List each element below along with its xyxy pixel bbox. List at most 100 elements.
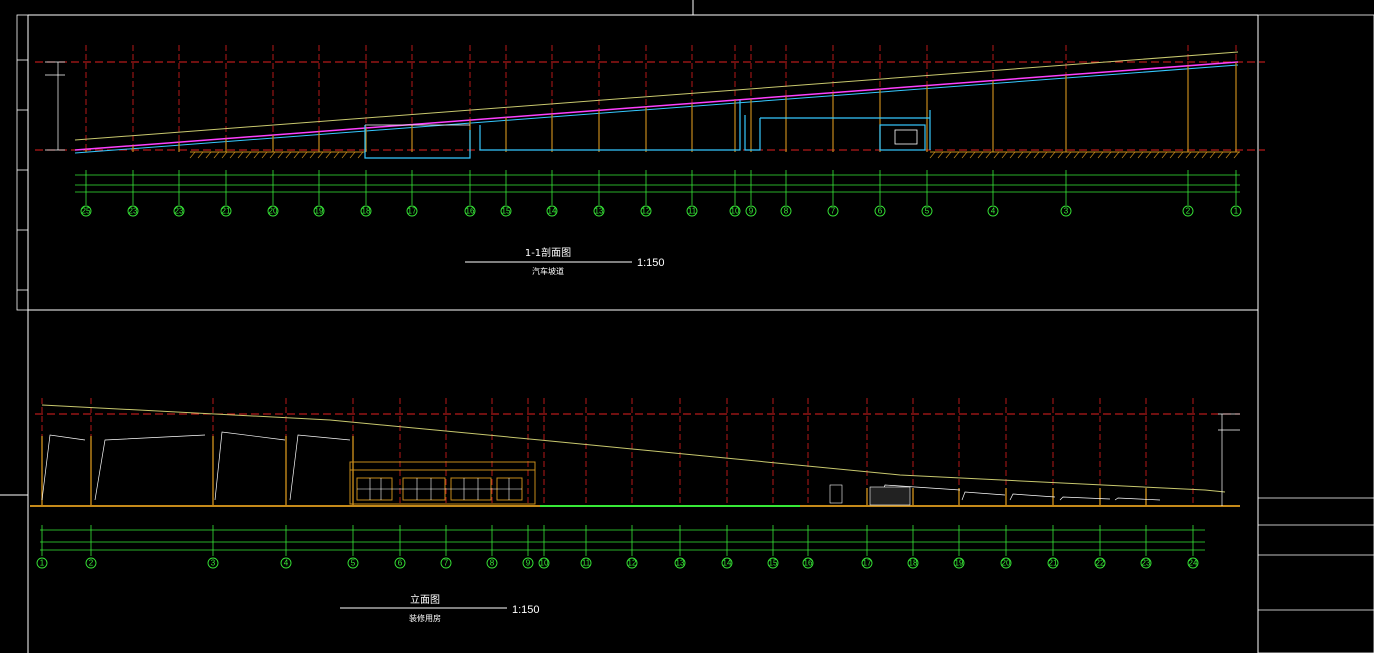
section-axis-label: 20 bbox=[269, 207, 278, 216]
elevation-axis-label: 2 bbox=[89, 559, 94, 568]
elevation-axis-label: 5 bbox=[351, 559, 356, 568]
section-axis-label: 16 bbox=[466, 207, 475, 216]
section-axis-bubble: 7 bbox=[827, 205, 839, 217]
section-scale: 1:150 bbox=[637, 257, 665, 269]
section-axis-label: 25 bbox=[82, 207, 91, 216]
section-axis-label: 23 bbox=[175, 207, 184, 216]
section-axis-bubble: 8 bbox=[780, 205, 792, 217]
section-axis-bubble: 14 bbox=[546, 205, 558, 217]
section-axis-bubble: 9 bbox=[745, 205, 757, 217]
left-title-strip bbox=[16, 14, 29, 311]
elevation-axis-label: 21 bbox=[1049, 559, 1058, 568]
elevation-axis-label: 20 bbox=[1002, 559, 1011, 568]
elevation-roof-line bbox=[41, 404, 1226, 493]
section-axis-label: 7 bbox=[831, 207, 836, 216]
section-axis-bubble: 25 bbox=[80, 205, 92, 217]
elevation-axis-bubble: 13 bbox=[674, 557, 686, 569]
section-axis-bubble: 11 bbox=[686, 205, 698, 217]
section-axis-bubble: 3 bbox=[1060, 205, 1072, 217]
section-axis-label: 8 bbox=[784, 207, 789, 216]
section-axis-label: 21 bbox=[222, 207, 231, 216]
section-axis-bubble: 13 bbox=[593, 205, 605, 217]
ramp-slab-line bbox=[74, 61, 1239, 151]
elevation-axis-bubble: 16 bbox=[802, 557, 814, 569]
section-axis-label: 4 bbox=[991, 207, 996, 216]
elevation-title-block: 立面图 1:150 装修用房 bbox=[340, 593, 540, 623]
elevation-axis-label: 23 bbox=[1142, 559, 1151, 568]
elevation-axis-bubble: 2 bbox=[85, 557, 97, 569]
elevation-axis-label: 11 bbox=[582, 559, 591, 568]
elevation-axis-bubble: 15 bbox=[767, 557, 779, 569]
section-axis-bubble: 4 bbox=[987, 205, 999, 217]
section-axis-label: 23 bbox=[129, 207, 138, 216]
elevation-axis-bubble: 12 bbox=[626, 557, 638, 569]
section-axis-bubble: 12 bbox=[640, 205, 652, 217]
section-axis-bubble: 20 bbox=[267, 205, 279, 217]
section-axis-bubble: 18 bbox=[360, 205, 372, 217]
elevation-axis-bubble: 8 bbox=[486, 557, 498, 569]
roof-slope-line bbox=[74, 51, 1239, 141]
section-axis-bubble: 23 bbox=[127, 205, 139, 217]
section-axis-label: 12 bbox=[642, 207, 651, 216]
elevation-axis-bubble: 14 bbox=[721, 557, 733, 569]
section-subtitle: 汽车坡道 bbox=[532, 266, 564, 276]
elevation-axis-bubble: 24 bbox=[1187, 557, 1199, 569]
section-axis-label: 18 bbox=[362, 207, 371, 216]
section-axis-label: 11 bbox=[688, 207, 697, 216]
elevation-axis-label: 17 bbox=[863, 559, 872, 568]
section-axis-bubble: 2 bbox=[1182, 205, 1194, 217]
cad-drawing-canvas[interactable]: 25 23 23 21 20 19 18 17 16 15 14 13 12 11 10 9 8 7 6 5 4 3 2 1 … bbox=[0, 0, 1374, 653]
elevation-axis-bubble: 10 bbox=[538, 557, 550, 569]
elevation-subtitle: 装修用房 bbox=[409, 613, 441, 623]
section-axis-label: 1 bbox=[1234, 207, 1239, 216]
elevation-axis-bubble: 3 bbox=[207, 557, 219, 569]
section-axis-bubble: 6 bbox=[874, 205, 886, 217]
elevation-axis-label: 4 bbox=[284, 559, 289, 568]
elevation-axis-label: 22 bbox=[1096, 559, 1105, 568]
section-axis-bubble: 1 bbox=[1230, 205, 1242, 217]
section-axis-bubble: 21 bbox=[220, 205, 232, 217]
section-title-block: 1-1剖面图 1:150 汽车坡道 bbox=[465, 246, 665, 276]
elevation-axis-label: 19 bbox=[955, 559, 964, 568]
elevation-axis-bubble: 21 bbox=[1047, 557, 1059, 569]
elevation-axis-label: 7 bbox=[444, 559, 449, 568]
section-axis-label: 2 bbox=[1186, 207, 1191, 216]
elevation-axis-label: 10 bbox=[540, 559, 549, 568]
section-axis-bubble: 23 bbox=[173, 205, 185, 217]
elevation-scale: 1:150 bbox=[512, 604, 540, 616]
elevation-axis-bubble: 4 bbox=[280, 557, 292, 569]
ramp-slab-underside bbox=[74, 64, 1239, 154]
elevation-axis-bubble: 22 bbox=[1094, 557, 1106, 569]
section-axis-bubble: 15 bbox=[500, 205, 512, 217]
section-axis-label: 15 bbox=[502, 207, 511, 216]
elevation-axis-bubble: 19 bbox=[953, 557, 965, 569]
title-block bbox=[1257, 14, 1374, 653]
elevation-axis-bubble: 9 bbox=[522, 557, 534, 569]
elevation-axis-label: 12 bbox=[628, 559, 637, 568]
section-axis-bubble: 5 bbox=[921, 205, 933, 217]
section-axis-label: 14 bbox=[548, 207, 557, 216]
section-axis-label: 13 bbox=[595, 207, 604, 216]
section-axis-bubble: 19 bbox=[313, 205, 325, 217]
elevation-axis-label: 6 bbox=[398, 559, 403, 568]
elevation-axis-bubble: 23 bbox=[1140, 557, 1152, 569]
section-axis-bubble: 10 bbox=[729, 205, 741, 217]
elevation-axis-bubble: 11 bbox=[580, 557, 592, 569]
section-axis-label: 9 bbox=[749, 207, 754, 216]
elevation-axis-label: 16 bbox=[804, 559, 813, 568]
section-axis-label: 10 bbox=[731, 207, 740, 216]
section-axis-label: 6 bbox=[878, 207, 883, 216]
elevation-axis-bubble: 1 bbox=[36, 557, 48, 569]
elevation-axis-bubble: 7 bbox=[440, 557, 452, 569]
elevation-axis-label: 9 bbox=[526, 559, 531, 568]
elevation-axis-label: 24 bbox=[1189, 559, 1198, 568]
elevation-view: 1 2 3 4 5 6 7 8 9 10 11 12 13 14 15 16 17 18 19 20 21 22 23 24 bbox=[30, 398, 1240, 569]
elevation-title: 立面图 bbox=[410, 593, 440, 606]
elevation-axis-bubble: 6 bbox=[394, 557, 406, 569]
section-axis-label: 19 bbox=[315, 207, 324, 216]
section-axis-label: 5 bbox=[925, 207, 930, 216]
elevation-axis-label: 18 bbox=[909, 559, 918, 568]
elevation-axis-bubble: 5 bbox=[347, 557, 359, 569]
elevation-axis-label: 8 bbox=[490, 559, 495, 568]
elevation-axis-label: 15 bbox=[769, 559, 778, 568]
